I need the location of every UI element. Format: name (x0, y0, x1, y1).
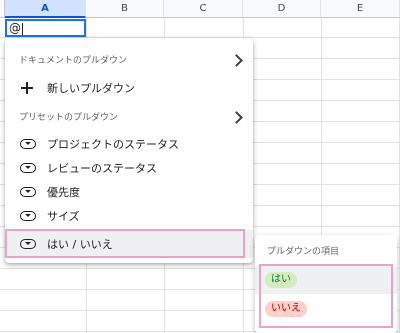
option-no[interactable]: いいえ (255, 295, 397, 323)
section-preset-dropdowns: プリセットのプルダウン (19, 113, 119, 123)
cell-input-text: @ (9, 21, 21, 35)
option-yes[interactable]: はい (255, 266, 397, 294)
option-chip: はい (265, 272, 297, 288)
preset-item-review-status[interactable]: レビューのステータス (5, 156, 253, 180)
dropdown-options-submenu: プルダウンの項目 はい いいえ (255, 235, 397, 333)
dropdown-chip-icon (20, 187, 36, 197)
column-header-a[interactable]: A (5, 0, 86, 18)
chevron-right-icon[interactable] (230, 111, 243, 124)
preset-item-label: レビューのステータス (47, 162, 157, 175)
column-header-c[interactable]: C (164, 0, 243, 18)
active-cell-a1[interactable]: @ (5, 19, 86, 37)
dropdown-chip-icon (20, 163, 36, 173)
chevron-right-icon[interactable] (230, 54, 243, 67)
option-chip: いいえ (265, 301, 307, 317)
column-header-d[interactable]: D (243, 0, 321, 18)
dropdown-chip-icon (20, 239, 36, 249)
preset-item-label: サイズ (47, 210, 80, 223)
dropdown-chip-icon (20, 211, 36, 221)
preset-item-size[interactable]: サイズ (5, 204, 253, 228)
preset-item-project-status[interactable]: プロジェクトのステータス (5, 132, 253, 156)
preset-item-yes-no[interactable]: はい / いいえ (5, 230, 253, 258)
smart-chip-menu: ドキュメントのプルダウン 新しいプルダウン プリセットのプルダウン プロジェクト… (5, 38, 253, 263)
text-caret (22, 22, 23, 35)
preset-item-label: 優先度 (47, 186, 80, 199)
submenu-title: プルダウンの項目 (267, 247, 340, 257)
section-document-dropdowns: ドキュメントのプルダウン (19, 56, 128, 66)
preset-item-label: プロジェクトのステータス (47, 138, 179, 151)
column-header-e[interactable]: E (321, 0, 400, 18)
preset-item-priority[interactable]: 優先度 (5, 180, 253, 204)
new-dropdown-label: 新しいプルダウン (47, 82, 135, 95)
preset-item-label: はい / いいえ (47, 238, 113, 251)
column-header-b[interactable]: B (86, 0, 164, 18)
new-dropdown-item[interactable]: 新しいプルダウン (5, 76, 253, 100)
dropdown-chip-icon (20, 139, 36, 149)
plus-icon (21, 82, 33, 94)
